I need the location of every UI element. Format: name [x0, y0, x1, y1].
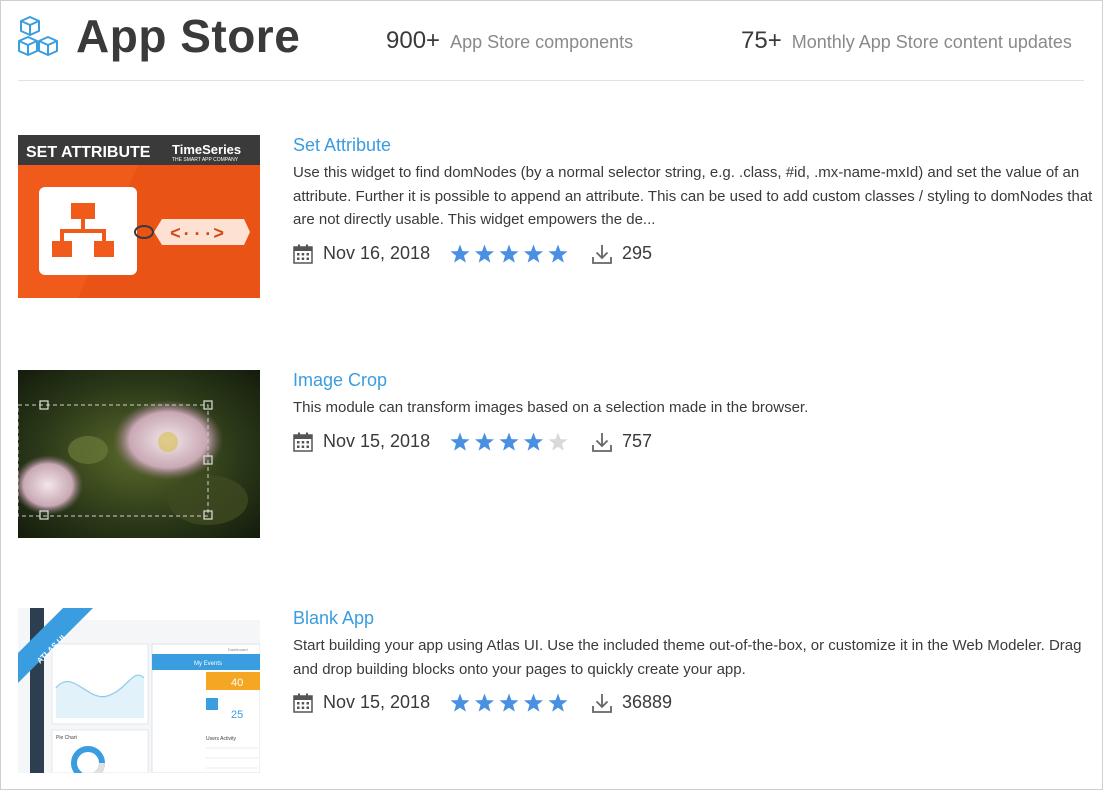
item-description: Use this widget to find domNodes (by a n… — [293, 164, 1093, 228]
star-filled-icon — [499, 432, 519, 451]
thumb-brand-sub: THE SMART APP COMPANY — [172, 157, 239, 163]
star-filled-icon — [474, 244, 495, 263]
star-rating — [450, 693, 568, 712]
star-filled-icon — [450, 432, 470, 451]
page-header: App Store 900+ App Store components 75+ Mo… — [1, 1, 1102, 81]
star-filled-icon — [450, 693, 470, 712]
image-crop-thumbnail — [18, 370, 260, 538]
thumb-users-activity: Users Activity — [206, 736, 237, 742]
item-body: Blank App Start building your app using … — [293, 608, 1093, 721]
star-filled-icon — [499, 244, 519, 263]
download-icon — [592, 432, 612, 452]
download-count: 36889 — [622, 692, 673, 712]
item-thumbnail[interactable]: Pie Chart My Events Dashboard 40 25 User… — [18, 608, 260, 773]
item-body: Image Crop This module can transform ima… — [293, 370, 1093, 460]
thumb-tag: <···> — [170, 225, 224, 245]
thumb-stat-a: 40 — [231, 677, 243, 689]
item-meta: Nov 16, 2018 295 — [293, 242, 1093, 272]
item-description: Start building your app using Atlas UI. … — [293, 637, 1082, 678]
stat-number: 75+ — [741, 27, 782, 54]
stat-number: 900+ — [386, 27, 441, 54]
item-title-link[interactable]: Blank App — [293, 608, 1093, 629]
download-icon — [592, 694, 612, 713]
calendar-icon — [293, 432, 313, 452]
item-thumbnail[interactable] — [18, 370, 260, 538]
star-filled-icon — [523, 432, 544, 451]
star-filled-icon — [474, 693, 495, 712]
item-meta: Nov 15, 2018 757 — [293, 430, 1093, 460]
star-filled-icon — [548, 244, 568, 263]
cubes-icon — [18, 16, 58, 56]
thumb-pie-label: Pie Chart — [56, 735, 77, 741]
star-rating — [450, 432, 568, 451]
item-description: This module can transform images based o… — [293, 399, 809, 416]
stat-components: 900+ App Store components — [386, 27, 633, 55]
stat-updates: 75+ Monthly App Store content updates — [741, 27, 1072, 55]
star-filled-icon — [548, 693, 568, 712]
item-date: Nov 16, 2018 — [323, 242, 431, 263]
thumb-dashboard: Dashboard — [228, 647, 248, 652]
item-date: Nov 15, 2018 — [323, 692, 431, 712]
item-title-link[interactable]: Set Attribute — [293, 135, 1093, 156]
stat-label: App Store components — [450, 32, 634, 52]
star-filled-icon — [499, 693, 519, 712]
page-title: App Store — [76, 10, 301, 62]
thumb-brand: TimeSeries — [172, 142, 241, 157]
download-count: 295 — [622, 242, 653, 263]
calendar-icon — [293, 693, 313, 713]
star-filled-icon — [474, 432, 495, 451]
star-filled-icon — [523, 693, 544, 712]
thumb-stat-b: 25 — [231, 709, 243, 721]
item-title-link[interactable]: Image Crop — [293, 370, 1093, 391]
star-filled-icon — [450, 244, 470, 263]
thumb-heading: SET ATTRIBUTE — [26, 144, 151, 161]
item-thumbnail[interactable]: SET ATTRIBUTE TimeSeries THE SMART APP C… — [18, 135, 260, 298]
calendar-icon — [293, 244, 313, 264]
star-empty-icon — [548, 432, 568, 451]
item-body: Set Attribute Use this widget to find do… — [293, 135, 1093, 272]
set-attribute-thumbnail: SET ATTRIBUTE TimeSeries THE SMART APP C… — [18, 135, 260, 298]
header-divider — [18, 80, 1084, 81]
item-date: Nov 15, 2018 — [323, 430, 431, 451]
thumb-card-title: My Events — [194, 661, 222, 667]
star-filled-icon — [523, 244, 544, 263]
stat-label: Monthly App Store content updates — [791, 32, 1072, 52]
download-icon — [592, 244, 612, 264]
star-rating — [450, 244, 568, 263]
download-count: 757 — [622, 430, 653, 451]
blank-app-thumbnail: Pie Chart My Events Dashboard 40 25 User… — [18, 608, 260, 773]
item-meta: Nov 15, 2018 36889 — [293, 691, 1093, 721]
